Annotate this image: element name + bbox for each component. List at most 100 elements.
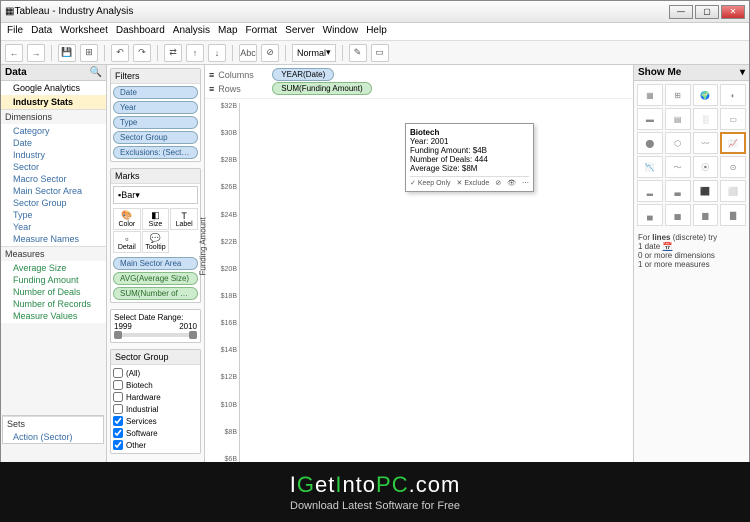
date-range-slider[interactable]: [114, 333, 197, 337]
showme-viz-16[interactable]: ▂: [637, 180, 663, 202]
showme-viz-19[interactable]: ⬜: [720, 180, 746, 202]
filter-date[interactable]: Date: [113, 86, 198, 99]
columns-pill[interactable]: YEAR(Date): [272, 68, 334, 81]
dimension-industry[interactable]: Industry: [3, 149, 104, 161]
save-button[interactable]: 💾: [58, 44, 76, 62]
mark-tooltip[interactable]: 💬Tooltip: [142, 231, 170, 253]
dimension-category[interactable]: Category: [3, 125, 104, 137]
dimension-sector-group[interactable]: Sector Group: [3, 197, 104, 209]
showme-viz-11[interactable]: 📈: [720, 132, 746, 154]
group-button[interactable]: ⊘: [261, 44, 279, 62]
redo-button[interactable]: ↷: [133, 44, 151, 62]
marks-pill-num[interactable]: SUM(Number of De...: [113, 287, 198, 300]
marks-pill-avg[interactable]: AVG(Average Size): [113, 272, 198, 285]
showme-viz-5[interactable]: ▤: [665, 108, 691, 130]
sort-desc-button[interactable]: ↓: [208, 44, 226, 62]
chart-area[interactable]: $32B$30B$28B$26B$24B$22B$20B$18B$16B$14B…: [205, 99, 633, 483]
showme-viz-8[interactable]: ⬤: [637, 132, 663, 154]
mark-size[interactable]: ◧Size: [142, 208, 170, 230]
maximize-button[interactable]: ▢: [695, 5, 719, 19]
showme-viz-18[interactable]: ⬛: [693, 180, 719, 202]
labels-button[interactable]: Abc: [239, 44, 257, 62]
fit-dropdown[interactable]: Normal ▾: [292, 44, 336, 62]
forward-button[interactable]: →: [27, 44, 45, 62]
filter-type[interactable]: Type: [113, 116, 198, 129]
showme-viz-9[interactable]: ⬡: [665, 132, 691, 154]
showme-viz-20[interactable]: ▄: [637, 204, 663, 226]
measure-number-of-deals[interactable]: Number of Deals: [3, 286, 104, 298]
showme-viz-0[interactable]: ▦: [637, 84, 663, 106]
showme-viz-1[interactable]: ⊞: [665, 84, 691, 106]
collapse-icon[interactable]: ▾: [740, 67, 745, 78]
keep-only-button[interactable]: ✓ Keep Only: [410, 179, 451, 187]
filter-year[interactable]: Year: [113, 101, 198, 114]
presentation-button[interactable]: ▭: [371, 44, 389, 62]
view-data-icon[interactable]: 👁: [507, 179, 516, 187]
close-button[interactable]: ✕: [721, 5, 745, 19]
menu-worksheet[interactable]: Worksheet: [60, 25, 108, 38]
showme-viz-6[interactable]: ░: [693, 108, 719, 130]
showme-viz-12[interactable]: 📉: [637, 156, 663, 178]
dimension-year[interactable]: Year: [3, 221, 104, 233]
menu-dashboard[interactable]: Dashboard: [116, 25, 165, 38]
showme-viz-23[interactable]: ▇: [720, 204, 746, 226]
back-button[interactable]: ←: [5, 44, 23, 62]
showme-viz-17[interactable]: ▃: [665, 180, 691, 202]
sort-asc-button[interactable]: ↑: [186, 44, 204, 62]
showme-viz-13[interactable]: 〜: [665, 156, 691, 178]
showme-viz-2[interactable]: 🌍: [693, 84, 719, 106]
more-icon[interactable]: ⋯: [522, 179, 529, 187]
showme-viz-14[interactable]: ⦿: [693, 156, 719, 178]
group-icon[interactable]: ⊘: [495, 179, 501, 187]
exclude-button[interactable]: ✕ Exclude: [457, 179, 490, 187]
menu-map[interactable]: Map: [218, 25, 237, 38]
sector-check-other[interactable]: Other: [113, 439, 198, 451]
search-icon[interactable]: 🔍: [90, 67, 102, 78]
sector-check-services[interactable]: Services: [113, 415, 198, 427]
dimension-sector[interactable]: Sector: [3, 161, 104, 173]
data-source-button[interactable]: ⊞: [80, 44, 98, 62]
showme-viz-10[interactable]: 〰: [693, 132, 719, 154]
dimension-macro-sector[interactable]: Macro Sector: [3, 173, 104, 185]
mark-color[interactable]: 🎨Color: [113, 208, 141, 230]
measure-measure-values[interactable]: Measure Values: [3, 310, 104, 322]
data-source-industry[interactable]: Industry Stats: [1, 95, 106, 109]
showme-viz-22[interactable]: ▆: [693, 204, 719, 226]
rows-pill[interactable]: SUM(Funding Amount): [272, 82, 371, 95]
data-source-google[interactable]: Google Analytics: [1, 81, 106, 95]
menu-server[interactable]: Server: [285, 25, 314, 38]
menu-analysis[interactable]: Analysis: [173, 25, 210, 38]
filter-sector-group[interactable]: Sector Group: [113, 131, 198, 144]
set-action[interactable]: Action (Sector): [3, 431, 103, 443]
measure-number-of-records[interactable]: Number of Records: [3, 298, 104, 310]
marks-pill-sector[interactable]: Main Sector Area: [113, 257, 198, 270]
showme-viz-15[interactable]: ⊙: [720, 156, 746, 178]
menu-file[interactable]: File: [7, 25, 23, 38]
dimension-type[interactable]: Type: [3, 209, 104, 221]
showme-viz-7[interactable]: ▭: [720, 108, 746, 130]
showme-viz-21[interactable]: ▅: [665, 204, 691, 226]
showme-viz-3[interactable]: ◐: [720, 84, 746, 106]
menu-data[interactable]: Data: [31, 25, 52, 38]
swap-button[interactable]: ⇄: [164, 44, 182, 62]
highlight-button[interactable]: ✎: [349, 44, 367, 62]
menu-window[interactable]: Window: [323, 25, 359, 38]
measure-average-size[interactable]: Average Size: [3, 262, 104, 274]
mark-label[interactable]: TLabel: [170, 208, 198, 230]
menu-format[interactable]: Format: [246, 25, 278, 38]
measure-funding-amount[interactable]: Funding Amount: [3, 274, 104, 286]
dimension-measure-names[interactable]: Measure Names: [3, 233, 104, 245]
filter-exclusions[interactable]: Exclusions: (Sector (gr...: [113, 146, 198, 159]
sector-check-biotech[interactable]: Biotech: [113, 379, 198, 391]
sector-check-software[interactable]: Software: [113, 427, 198, 439]
mark-type-dropdown[interactable]: ▪ Bar ▾: [113, 186, 198, 204]
dimension-main-sector-area[interactable]: Main Sector Area: [3, 185, 104, 197]
minimize-button[interactable]: —: [669, 5, 693, 19]
mark-detail[interactable]: ▫Detail: [113, 231, 141, 253]
sector-check-hardware[interactable]: Hardware: [113, 391, 198, 403]
sector-check-industrial[interactable]: Industrial: [113, 403, 198, 415]
dimension-date[interactable]: Date: [3, 137, 104, 149]
showme-viz-4[interactable]: ▬: [637, 108, 663, 130]
menu-help[interactable]: Help: [366, 25, 387, 38]
sector-check-all[interactable]: (All): [113, 367, 198, 379]
